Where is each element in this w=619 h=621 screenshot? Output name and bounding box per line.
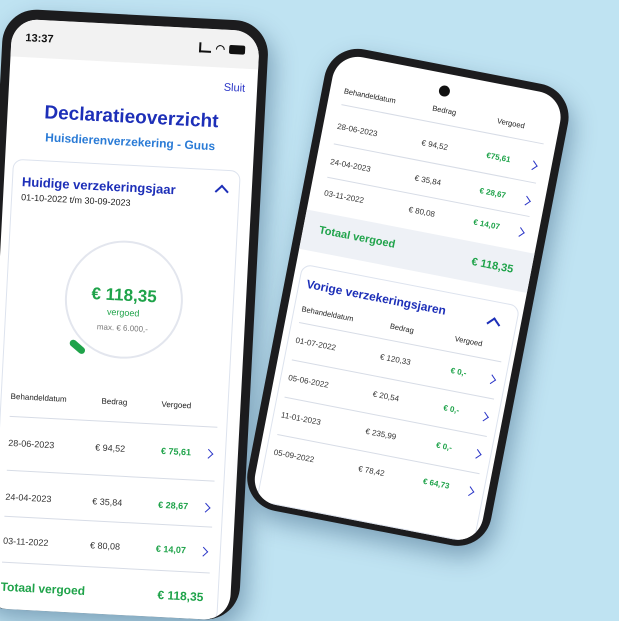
status-icons: ◠	[199, 41, 246, 56]
row-amount: € 80,08	[407, 204, 436, 219]
table-row[interactable]: 05-09-2022 € 78,42 € 64,73	[273, 52, 565, 497]
wifi-icon: ◠	[215, 42, 226, 56]
chevron-right-icon[interactable]	[200, 502, 211, 513]
chevron-right-icon[interactable]	[521, 195, 531, 206]
column-header-reimbursed: Vergoed	[496, 116, 526, 131]
status-time: 13:37	[25, 32, 54, 46]
table-row[interactable]: 03-11-2022 € 80,08 € 14,07	[323, 52, 565, 237]
row-date: 24-04-2023	[5, 491, 52, 505]
row-reimbursed: €75,61	[485, 150, 512, 165]
chevron-right-icon[interactable]	[198, 546, 209, 557]
column-header-date: Behandeldatum	[10, 391, 67, 404]
current-year-card: Huidige verzekeringsjaar 01-10-2022 t/m …	[0, 158, 241, 621]
row-reimbursed: € 28,67	[478, 186, 507, 201]
divider	[1, 561, 210, 574]
current-year-period: 01-10-2022 t/m 30-09-2023	[20, 192, 131, 208]
table-row[interactable]: 24-04-2023 € 35,84 € 28,67	[330, 52, 565, 206]
row-reimbursed: € 28,67	[157, 499, 189, 512]
row-date: 03-11-2022	[2, 535, 49, 549]
column-header-amount: Bedrag	[101, 396, 128, 407]
row-reimbursed: € 75,61	[160, 445, 192, 458]
signal-icon	[199, 42, 212, 53]
chevron-right-icon[interactable]	[528, 160, 538, 171]
row-amount: € 35,84	[92, 496, 123, 508]
row-reimbursed: € 14,07	[155, 543, 187, 556]
row-amount: € 80,08	[89, 540, 121, 552]
status-bar: 13:37 ◠	[10, 18, 261, 70]
column-header-date: Behandeldatum	[343, 86, 397, 106]
camera-icon	[437, 84, 451, 98]
table-row[interactable]: 03-11-2022 € 80,08 € 14,07	[3, 160, 240, 557]
chevron-right-icon[interactable]	[203, 448, 214, 459]
row-date: 24-04-2023	[329, 157, 372, 174]
close-button[interactable]: Sluit	[223, 82, 245, 95]
battery-icon	[228, 44, 246, 55]
table-row[interactable]: 01-07-2022 € 120,33 € 0,-	[295, 52, 565, 385]
phone-left-screen: 13:37 ◠ Sluit Declaratieoverzicht Huisdi…	[0, 18, 261, 621]
table-row[interactable]: 11-01-2023 € 235,99 € 0,-	[280, 52, 565, 459]
row-amount: € 94,52	[94, 442, 126, 454]
row-date: 03-11-2022	[323, 188, 365, 206]
chevron-up-icon[interactable]	[214, 184, 229, 199]
table-row[interactable]: 28-06-2023 € 94,52 €75,61	[336, 52, 565, 171]
phone-right-screen: Behandeldatum Bedrag Vergoed 28-06-2023 …	[250, 52, 566, 545]
row-date: 28-06-2023	[336, 121, 379, 139]
row-reimbursed: € 14,07	[472, 217, 501, 232]
table-row[interactable]: 28-06-2023 € 94,52 € 75,61	[8, 160, 240, 459]
chevron-right-icon[interactable]	[515, 227, 525, 237]
table-row[interactable]: 24-04-2023 € 35,84 € 28,67	[5, 160, 240, 513]
column-header-reimbursed: Vergoed	[161, 399, 192, 411]
total-label: Totaal vergoed	[0, 579, 86, 599]
row-amount: € 35,84	[413, 173, 442, 188]
column-header-amount: Bedrag	[431, 103, 458, 118]
divider	[6, 469, 215, 482]
total-value: € 118,35	[157, 587, 204, 605]
phone-left: 13:37 ◠ Sluit Declaratieoverzicht Huisdi…	[0, 8, 270, 621]
row-amount: € 94,52	[420, 138, 449, 153]
row-date: 28-06-2023	[7, 437, 55, 451]
table-row[interactable]: 05-06-2022 € 20,54 € 0,-	[288, 52, 565, 422]
phone-right: Behandeldatum Bedrag Vergoed 28-06-2023 …	[241, 43, 575, 552]
divider	[9, 415, 218, 428]
divider	[4, 515, 213, 528]
